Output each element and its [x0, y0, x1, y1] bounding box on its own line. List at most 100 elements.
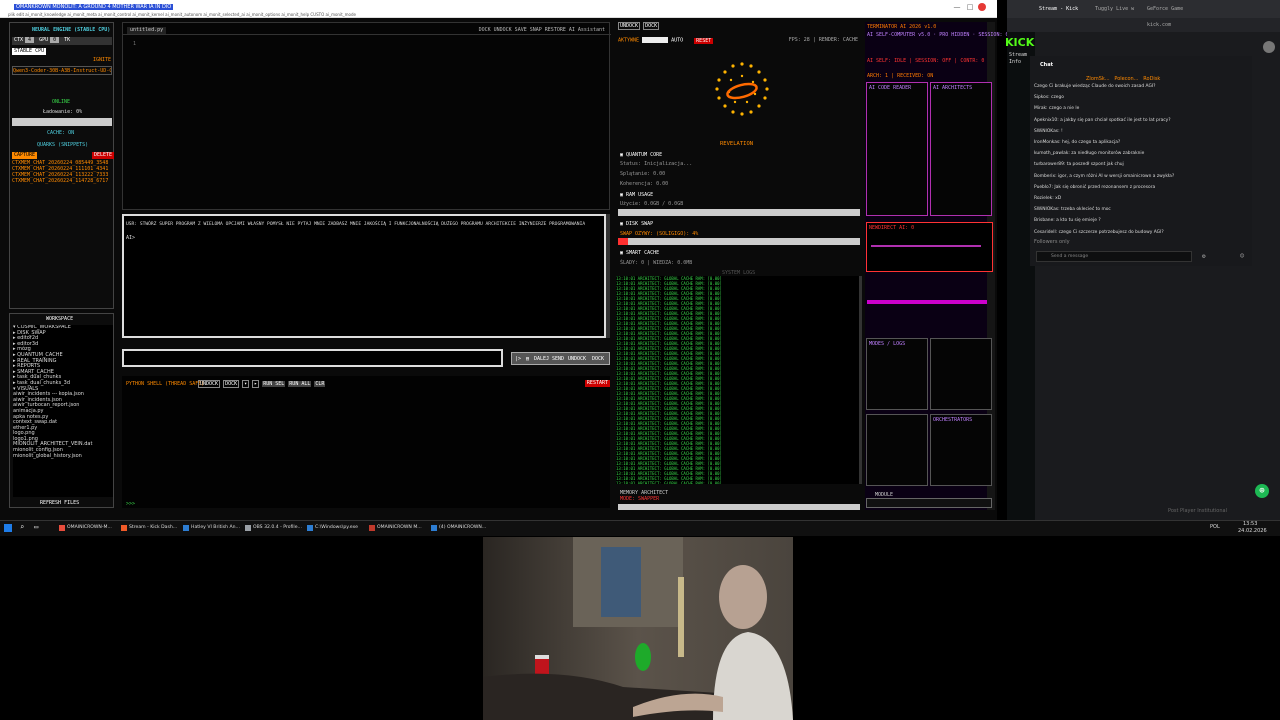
chat-message[interactable]: Czego Ci brakuje wiedząc Claude do swoic…	[1034, 81, 1248, 92]
mode-select[interactable]	[642, 37, 669, 43]
snippet-item[interactable]: CTXMEM_CHAT_20260224_114728_6717	[12, 178, 108, 184]
chat-messages[interactable]: Czego Ci brakuje wiedząc Claude do swoic…	[1034, 81, 1248, 238]
undock-button[interactable]: UNDOCK	[568, 356, 586, 363]
quantum-dock-button[interactable]: DOCK	[643, 22, 660, 30]
chat-message[interactable]: Bomberix: igor, a czym różni AI w wersji…	[1034, 171, 1248, 182]
smart-cache-line: ŚLADY: 0 | WIEDZA: 0.0MB	[620, 260, 693, 266]
quantum-tabs: UNDOCK DOCK	[618, 22, 660, 30]
gpu-input[interactable]: 0	[50, 37, 60, 43]
quarks-title: QUARKS (SNIPPETS)	[37, 142, 89, 148]
url-text[interactable]: kick.com	[1147, 22, 1171, 29]
chat-message[interactable]: Apeknix10: a jakby się pan chciał spotka…	[1034, 115, 1248, 126]
chat-message[interactable]: IronMonkas: hej, do czego ta aplikacja?	[1034, 137, 1248, 148]
ctx-input[interactable]: 4	[25, 37, 35, 43]
model-select[interactable]: Qwen3-Coder-30B-A3B-Instruct-UD-Q8_	[12, 66, 112, 75]
refresh-files-button[interactable]: REFRESH FILES	[40, 500, 79, 507]
game-controller-icon[interactable]: ⊕	[1255, 484, 1269, 498]
ignite-button[interactable]: IGNITE	[93, 57, 111, 64]
taskbar-app-button[interactable]: OMAINICROWN-M...	[58, 522, 112, 534]
search-icon[interactable]: ⌕	[20, 523, 24, 531]
active-toggle[interactable]: AKTYWNE	[618, 38, 639, 44]
prev-button[interactable]: |>	[515, 356, 521, 363]
minimize-icon[interactable]: —	[952, 2, 962, 12]
chat-message[interactable]: Sipkos: czego	[1034, 92, 1248, 103]
taskbar-app-button[interactable]: (4) OMAINICROWN...	[430, 522, 486, 534]
chat-message[interactable]: Pueblo7: Jak się obronić przed rezonanse…	[1034, 182, 1248, 193]
quantum-undock-button[interactable]: UNDOCK	[618, 22, 641, 30]
log-scrollbar[interactable]	[859, 276, 862, 484]
webcam-image	[483, 537, 793, 720]
taskbar-app-button[interactable]: OMAINICROWN M...	[368, 522, 422, 534]
core-coherence: Koherencja: 0.00	[620, 181, 669, 187]
clock-date[interactable]: 24.02.2026	[1238, 528, 1267, 535]
editor-tab[interactable]: untitled.py	[127, 27, 167, 34]
clear-button[interactable]: CLR	[314, 381, 326, 387]
next-button[interactable]: DALEJ	[534, 356, 549, 363]
chat-message[interactable]: Mirak: czego a nie le	[1034, 103, 1248, 114]
chat-message[interactable]: Rozielek: xD	[1034, 193, 1248, 204]
browser-tab-kick[interactable]: Stream - Kick	[1039, 6, 1078, 13]
shell-collapse-button[interactable]: ▾	[242, 380, 250, 388]
shell-expand-button[interactable]: ▸	[252, 380, 260, 388]
workspace-tree[interactable]: ▾ COSMIC_WORKSPACE ▸ DISK_SWAP ▸ editor2…	[13, 325, 113, 497]
emote-icon[interactable]: ☺	[1240, 252, 1244, 260]
revelation-label: REVELATION	[720, 141, 754, 147]
chat-message[interactable]: Brisbane: a kto tu się emieje ?	[1034, 215, 1248, 226]
prompt-output[interactable]: USR: STWÓRZ SUPER PROGRAM Z WIELOMA OPCJ…	[122, 214, 606, 338]
window-menu[interactable]: plik edit ai_monit_knowledge ai_monit_me…	[8, 12, 356, 17]
progress-strip	[867, 300, 987, 304]
chat-input[interactable]: Send a message	[1036, 251, 1192, 262]
workspace-panel: WORKSPACE ▾ COSMIC_WORKSPACE ▸ DISK_SWAP…	[9, 313, 114, 508]
swap-title-text: DISK SWAP	[626, 221, 654, 227]
cache-status: CACHE: ON	[47, 130, 75, 136]
taskbar-app-button[interactable]: C:\Windows\py.exe	[306, 522, 358, 534]
avatar[interactable]	[1263, 41, 1275, 53]
ram-title-text: RAM USAGE	[626, 192, 654, 198]
browser-tab-3[interactable]: GeForce Game	[1147, 6, 1183, 13]
delete-button[interactable]: DELETE	[92, 152, 115, 159]
kick-logo[interactable]: KICK	[1005, 36, 1034, 49]
task-view-icon[interactable]: ▭	[34, 523, 38, 531]
core-entanglement: Splątanie: 0.00	[620, 171, 666, 177]
chat-message[interactable]: kumoth_pawlak: za niedługo monitorów zab…	[1034, 148, 1248, 159]
run-selection-button[interactable]: RUN SEL	[262, 381, 286, 387]
chat-message[interactable]: SWiNIOKas: trzeba oklecieć to moc	[1034, 204, 1248, 215]
browser-tab-2[interactable]: Tuggly Live w	[1095, 6, 1134, 13]
language-indicator[interactable]: POL	[1210, 524, 1220, 531]
reset-button[interactable]: RESET	[694, 37, 714, 44]
send-button[interactable]: SEND	[552, 356, 564, 363]
chat-message[interactable]: Cesaridell: czego Ci szczerze potrzebuje…	[1034, 227, 1248, 238]
prompt-scrollbar[interactable]	[606, 214, 610, 338]
run-all-button[interactable]: RUN ALL	[288, 381, 312, 387]
command-input[interactable]	[122, 349, 503, 367]
chat-message[interactable]: SWiNIOKas: !	[1034, 126, 1248, 137]
code-editor[interactable]: untitled.py DOCK UNDOCK SAVE SNAP RESTOR…	[122, 22, 611, 210]
capture-button[interactable]: CAPTURE	[12, 152, 38, 159]
editor-toolbar[interactable]: DOCK UNDOCK SAVE SNAP RESTORE AI Assista…	[479, 27, 605, 34]
python-shell[interactable]: PYTHON SHELL (THREAD SAFE) UNDOCK DOCK ▾…	[122, 376, 610, 508]
address-bar[interactable]: kick.com	[1007, 18, 1280, 32]
orchestrators-title: ORCHESTRATORS	[933, 417, 973, 423]
terminator-subtitle: AI SELF-COMPUTER v5.0 · PRO HIDDEN · SES…	[867, 32, 1009, 38]
restart-button[interactable]: RESTART	[584, 380, 610, 387]
code-reader-box: AI CODE READER	[866, 82, 928, 216]
newdirect-box: NEWDIRECT AI: 0	[866, 222, 993, 272]
chat-message[interactable]: turbarower89: ta poszedł szpont jak chuj	[1034, 159, 1248, 170]
shell-dock-button[interactable]: DOCK	[223, 380, 240, 388]
taskbar-app-button[interactable]: OBS 32.0.4 - Profile...	[244, 522, 302, 534]
clock-time[interactable]: 13:53	[1243, 521, 1257, 528]
menu-button[interactable]: ▤	[526, 356, 529, 363]
quantum-core-title: ▣ QUANTUM CORE	[620, 152, 663, 158]
system-log[interactable]: 13:10:01 ARCHITECT: GLOBAL CACHE RAM: [0…	[616, 276, 859, 484]
module-input[interactable]	[866, 498, 992, 508]
workspace-item[interactable]: mionolit_global_history.json	[13, 453, 113, 460]
close-icon[interactable]	[978, 3, 986, 11]
shell-undock-button[interactable]: UNDOCK	[198, 380, 221, 388]
dock-button[interactable]: DOCK	[592, 356, 604, 363]
maximize-icon[interactable]: □	[965, 2, 975, 12]
taskbar-app-button[interactable]: Stream - Kick Dash...	[120, 522, 177, 534]
auto-toggle[interactable]: AUTO	[671, 38, 683, 44]
windows-start-icon[interactable]	[4, 524, 12, 532]
chat-settings-icon[interactable]: ⚙	[1202, 253, 1206, 260]
taskbar-app-button[interactable]: Hatley VI British An...	[182, 522, 240, 534]
